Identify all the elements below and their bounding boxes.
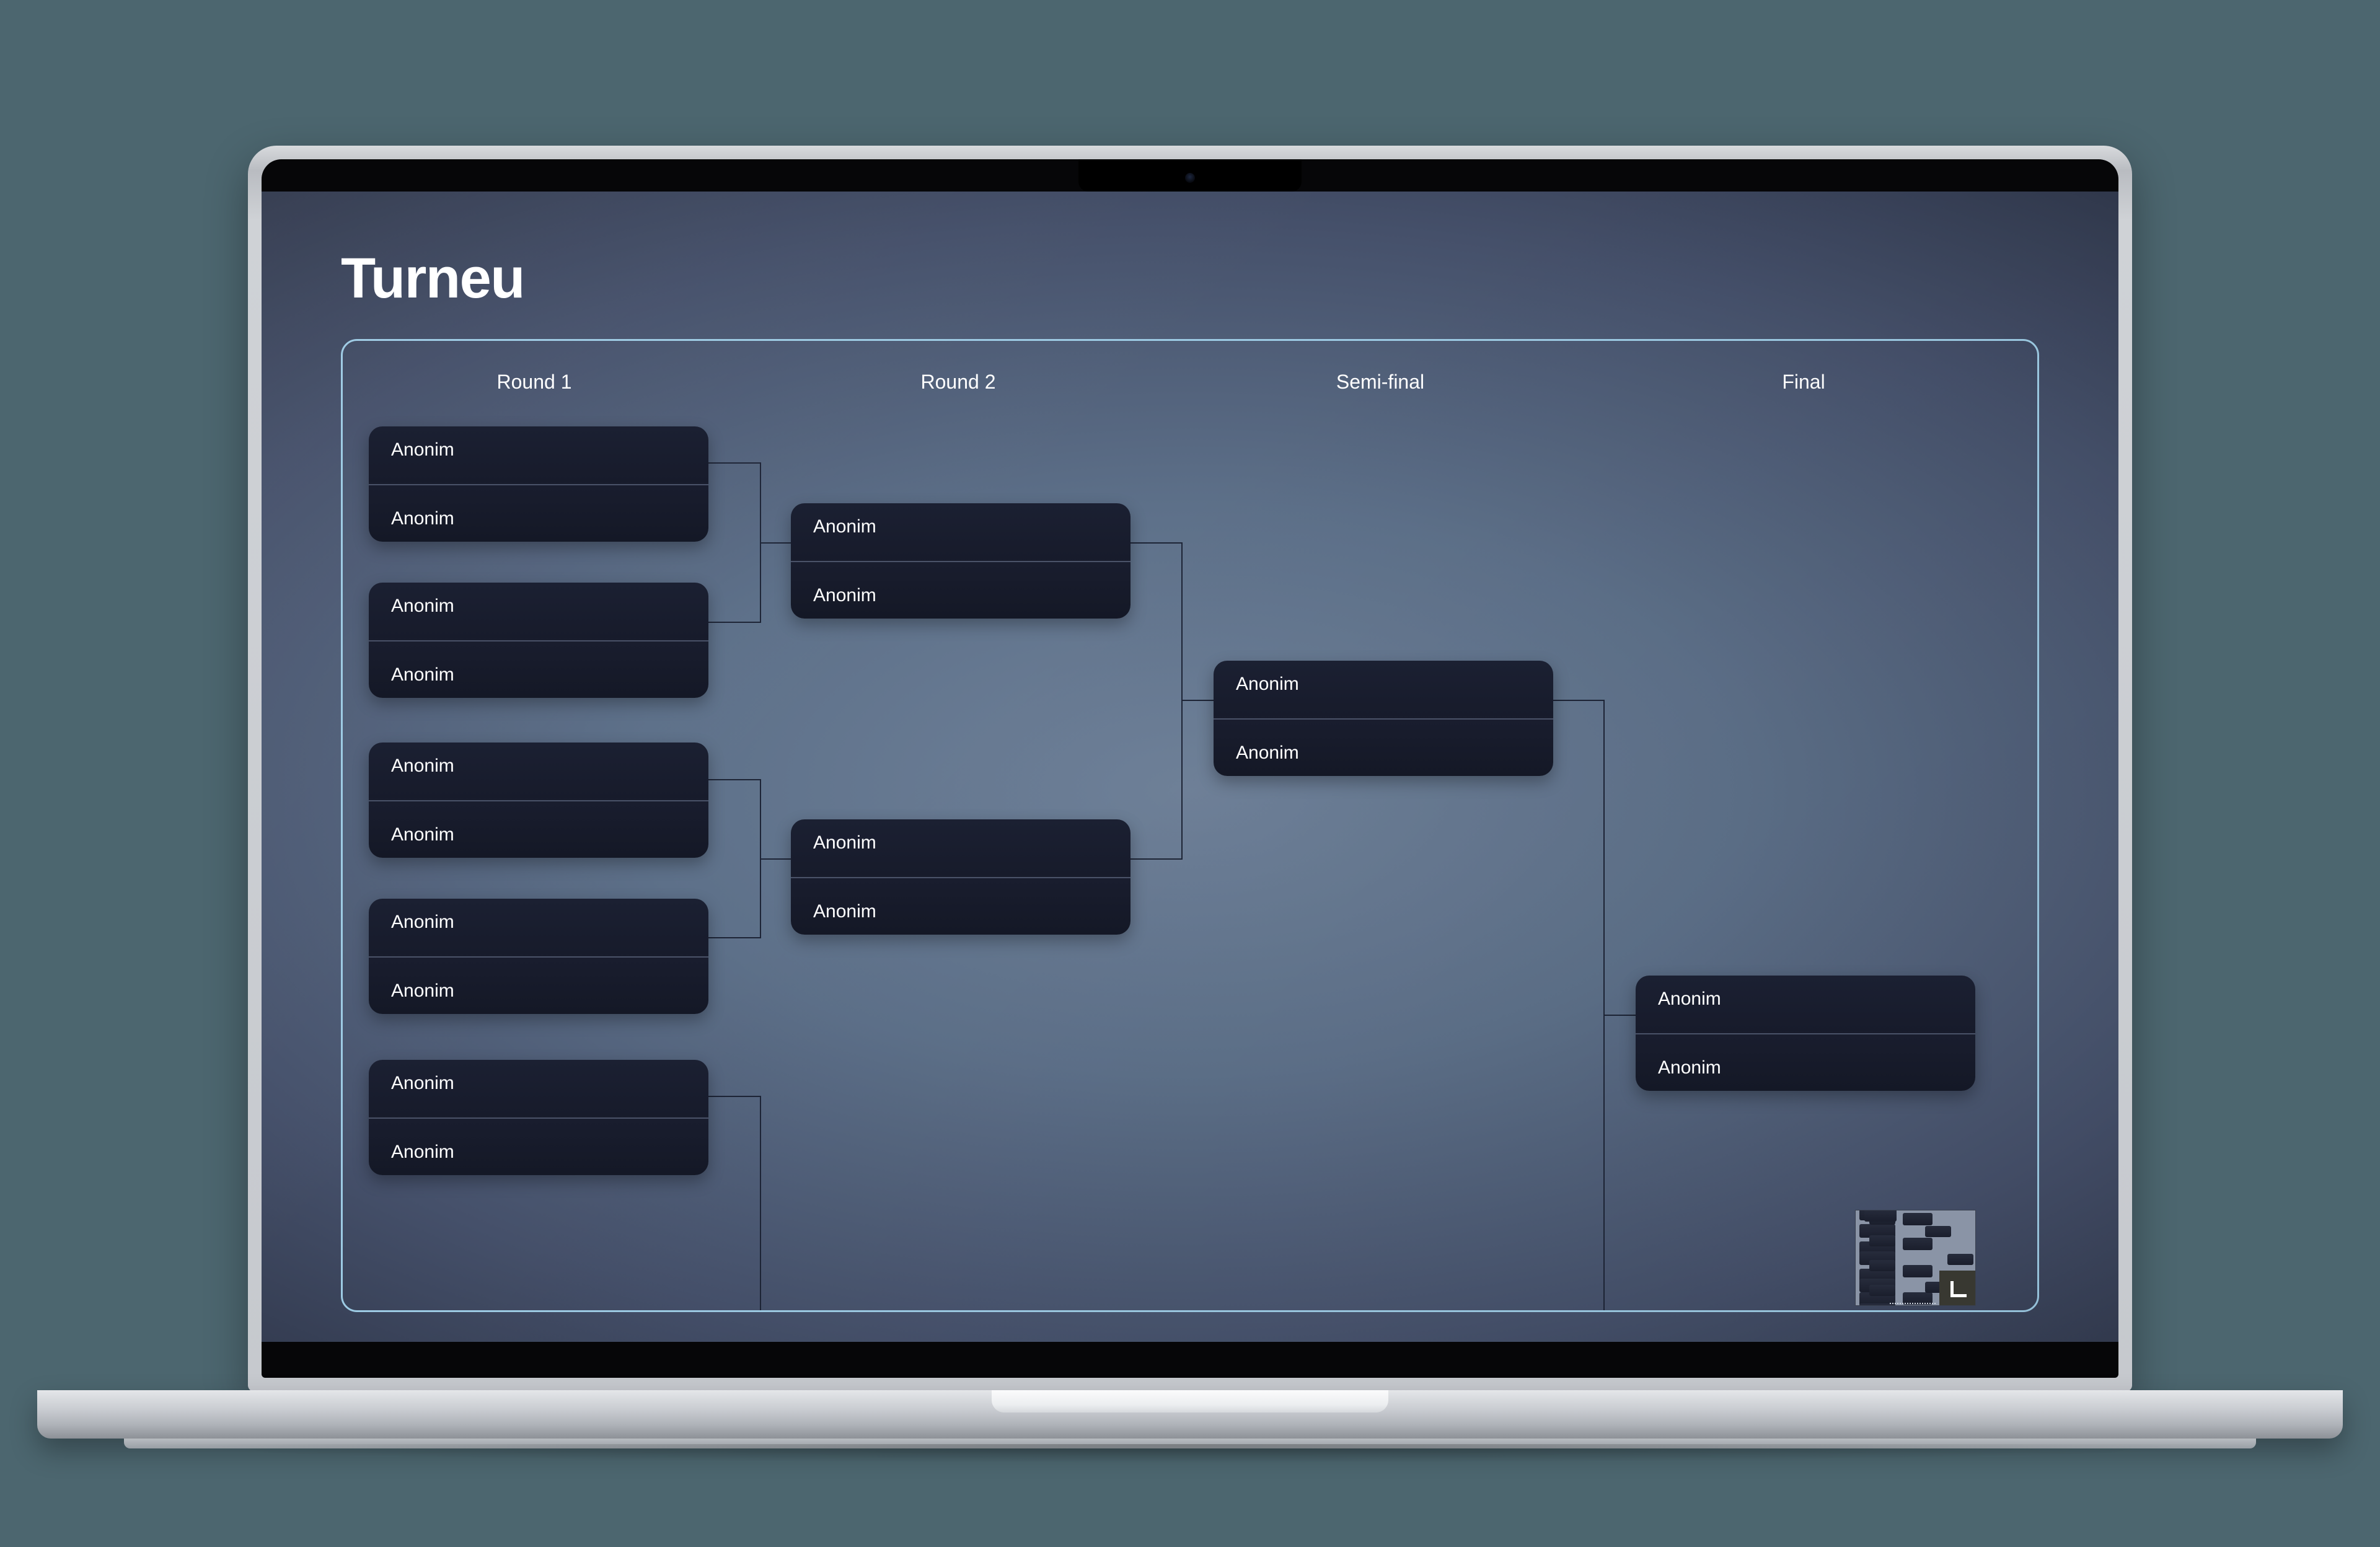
connector-r1-m4 xyxy=(708,937,761,938)
match-slot[interactable]: Anonim xyxy=(1214,718,1553,776)
slot-divider xyxy=(791,877,1130,878)
round-heading-final: Final xyxy=(1782,371,1825,393)
player-name: Anonim xyxy=(391,1073,454,1093)
connector-r1-pair3-vertical xyxy=(760,1096,761,1310)
match-slot[interactable]: Anonim xyxy=(369,800,708,858)
thumb-match-card xyxy=(1903,1213,1933,1225)
thumb-match-card xyxy=(1903,1265,1933,1277)
player-name: Anonim xyxy=(391,508,454,529)
match-slot[interactable]: Anonim xyxy=(369,583,708,640)
match-card[interactable]: Anonim Anonim xyxy=(369,899,708,1014)
player-name: Anonim xyxy=(391,664,454,685)
laptop-base xyxy=(37,1390,2343,1439)
match-card[interactable]: Anonim Anonim xyxy=(1636,976,1975,1091)
connector-sf-m1 xyxy=(1551,700,1605,701)
slot-divider xyxy=(791,561,1130,562)
match-slot[interactable]: Anonim xyxy=(369,743,708,800)
match-slot[interactable]: Anonim xyxy=(791,503,1130,561)
laptop-lid: Turneu Round 1 Round 2 Semi-final Final xyxy=(248,146,2132,1391)
match-slot[interactable]: Anonim xyxy=(369,956,708,1014)
connector-r1-m1 xyxy=(708,462,761,464)
match-slot[interactable]: Anonim xyxy=(791,561,1130,619)
match-slot[interactable]: Anonim xyxy=(369,899,708,956)
match-slot[interactable]: Anonim xyxy=(1214,661,1553,718)
match-slot[interactable]: Anonim xyxy=(369,426,708,484)
thumb-match-card xyxy=(1864,1210,1897,1222)
thumb-match-card xyxy=(1925,1226,1951,1237)
player-name: Anonim xyxy=(391,756,454,776)
player-name: Anonim xyxy=(1658,1057,1721,1078)
app-viewport: Turneu Round 1 Round 2 Semi-final Final xyxy=(262,192,2118,1342)
player-name: Anonim xyxy=(391,1141,454,1162)
match-slot[interactable]: Anonim xyxy=(369,1060,708,1117)
thumb-match-card xyxy=(1869,1235,1895,1246)
player-name: Anonim xyxy=(813,832,876,853)
round-heading-round-1: Round 1 xyxy=(496,371,572,393)
slot-divider xyxy=(1214,718,1553,720)
connector-r2-m1 xyxy=(1129,542,1183,544)
laptop-device: Turneu Round 1 Round 2 Semi-final Final xyxy=(248,146,2132,1391)
connector-r2-m2 xyxy=(1129,858,1183,860)
match-slot[interactable]: Anonim xyxy=(791,877,1130,935)
page-title: Turneu xyxy=(341,247,525,310)
match-slot[interactable]: Anonim xyxy=(369,484,708,542)
slot-divider xyxy=(369,484,708,485)
round-heading-round-2: Round 2 xyxy=(920,371,996,393)
bracket-container: Round 1 Round 2 Semi-final Final Anonim … xyxy=(341,339,2039,1312)
laptop-shadow xyxy=(136,1444,2244,1463)
connector-r1-m2 xyxy=(708,622,761,623)
player-name: Anonim xyxy=(813,516,876,537)
slot-divider xyxy=(1636,1033,1975,1034)
bracket-preview-thumbnail[interactable] xyxy=(1855,1210,1976,1306)
player-name: Anonim xyxy=(1236,674,1299,694)
player-name: Anonim xyxy=(813,584,876,606)
resize-handle[interactable] xyxy=(1939,1271,1975,1305)
player-name: Anonim xyxy=(391,439,454,460)
match-card[interactable]: Anonim Anonim xyxy=(369,1060,708,1175)
connector-r2-pair-vertical xyxy=(1181,542,1183,860)
laptop-base-notch xyxy=(992,1390,1388,1413)
thumb-match-card xyxy=(1903,1238,1933,1250)
thumb-scroll-indicator xyxy=(1890,1303,1936,1304)
player-name: Anonim xyxy=(391,824,454,845)
match-card[interactable]: Anonim Anonim xyxy=(1214,661,1553,776)
thumb-match-card xyxy=(1869,1285,1895,1296)
player-name: Anonim xyxy=(391,596,454,616)
thumb-match-card xyxy=(1947,1254,1973,1265)
match-card[interactable]: Anonim Anonim xyxy=(791,819,1130,935)
player-name: Anonim xyxy=(391,912,454,932)
match-slot[interactable]: Anonim xyxy=(791,819,1130,877)
match-slot[interactable]: Anonim xyxy=(369,1117,708,1175)
slot-divider xyxy=(369,1117,708,1119)
thumb-match-card xyxy=(1869,1260,1895,1271)
match-card[interactable]: Anonim Anonim xyxy=(369,583,708,698)
match-slot[interactable]: Anonim xyxy=(1636,1033,1975,1091)
match-card[interactable]: Anonim Anonim xyxy=(369,743,708,858)
slot-divider xyxy=(369,956,708,958)
connector-r1-m5 xyxy=(708,1096,761,1097)
player-name: Anonim xyxy=(1236,742,1299,763)
resize-corner-icon xyxy=(1950,1281,1967,1297)
bracket-canvas[interactable]: Round 1 Round 2 Semi-final Final Anonim … xyxy=(343,341,2037,1310)
notch xyxy=(1078,159,1302,192)
connector-sf-vertical xyxy=(1603,700,1605,1310)
slot-divider xyxy=(369,640,708,641)
match-slot[interactable]: Anonim xyxy=(369,640,708,698)
round-heading-semi-final: Semi-final xyxy=(1336,371,1425,393)
match-card[interactable]: Anonim Anonim xyxy=(791,503,1130,619)
laptop-screen-bezel: Turneu Round 1 Round 2 Semi-final Final xyxy=(262,159,2118,1378)
player-name: Anonim xyxy=(813,901,876,922)
camera-icon xyxy=(1185,173,1195,183)
player-name: Anonim xyxy=(391,980,454,1001)
match-card[interactable]: Anonim Anonim xyxy=(369,426,708,542)
slot-divider xyxy=(369,800,708,801)
connector-r1-m3 xyxy=(708,779,761,780)
player-name: Anonim xyxy=(1658,989,1721,1009)
match-slot[interactable]: Anonim xyxy=(1636,976,1975,1033)
